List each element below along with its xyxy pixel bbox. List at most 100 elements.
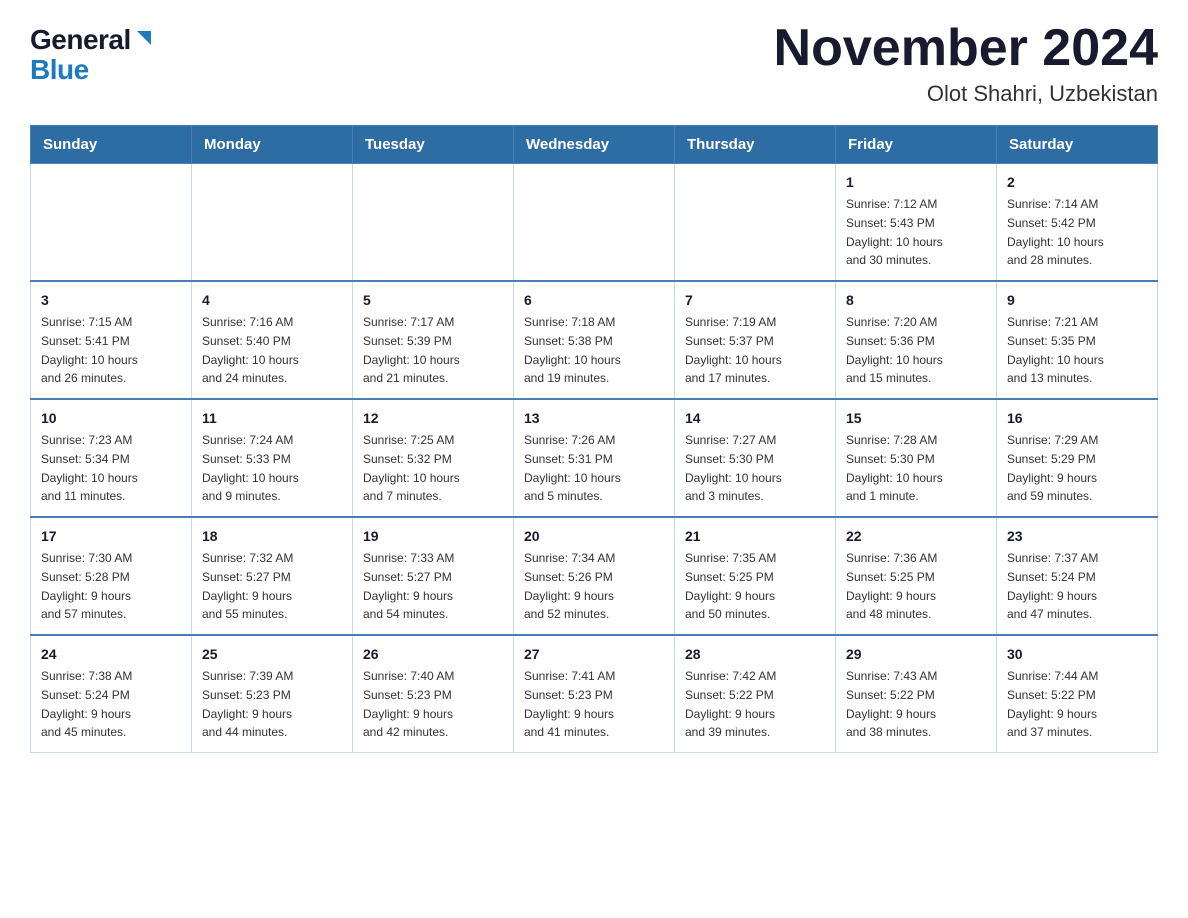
calendar-cell: 11 Sunrise: 7:24 AM Sunset: 5:33 PM Dayli… xyxy=(192,399,353,517)
day-info: Sunrise: 7:43 AM Sunset: 5:22 PM Dayligh… xyxy=(846,669,937,739)
day-info: Sunrise: 7:34 AM Sunset: 5:26 PM Dayligh… xyxy=(524,551,615,621)
day-info: Sunrise: 7:24 AM Sunset: 5:33 PM Dayligh… xyxy=(202,433,299,503)
logo-general-text: General xyxy=(30,26,131,54)
day-number: 18 xyxy=(202,526,342,547)
calendar-cell xyxy=(31,164,192,282)
calendar-cell: 10 Sunrise: 7:23 AM Sunset: 5:34 PM Dayli… xyxy=(31,399,192,517)
calendar-cell: 18 Sunrise: 7:32 AM Sunset: 5:27 PM Dayli… xyxy=(192,517,353,635)
day-info: Sunrise: 7:29 AM Sunset: 5:29 PM Dayligh… xyxy=(1007,433,1098,503)
calendar-table: SundayMondayTuesdayWednesdayThursdayFrid… xyxy=(30,125,1158,753)
calendar-cell xyxy=(675,164,836,282)
day-number: 10 xyxy=(41,408,181,429)
day-number: 25 xyxy=(202,644,342,665)
day-info: Sunrise: 7:12 AM Sunset: 5:43 PM Dayligh… xyxy=(846,197,943,267)
calendar-cell: 16 Sunrise: 7:29 AM Sunset: 5:29 PM Dayli… xyxy=(997,399,1158,517)
page-header: General Blue November 2024 Olot Shahri, … xyxy=(30,20,1158,107)
weekday-header-sunday: Sunday xyxy=(31,126,192,164)
day-number: 22 xyxy=(846,526,986,547)
day-info: Sunrise: 7:21 AM Sunset: 5:35 PM Dayligh… xyxy=(1007,315,1104,385)
title-block: November 2024 Olot Shahri, Uzbekistan xyxy=(774,20,1158,107)
calendar-title: November 2024 xyxy=(774,20,1158,77)
day-info: Sunrise: 7:16 AM Sunset: 5:40 PM Dayligh… xyxy=(202,315,299,385)
weekday-header-saturday: Saturday xyxy=(997,126,1158,164)
day-info: Sunrise: 7:20 AM Sunset: 5:36 PM Dayligh… xyxy=(846,315,943,385)
calendar-cell xyxy=(192,164,353,282)
calendar-cell: 29 Sunrise: 7:43 AM Sunset: 5:22 PM Dayli… xyxy=(836,635,997,753)
day-number: 29 xyxy=(846,644,986,665)
day-number: 2 xyxy=(1007,172,1147,193)
day-info: Sunrise: 7:28 AM Sunset: 5:30 PM Dayligh… xyxy=(846,433,943,503)
weekday-header-friday: Friday xyxy=(836,126,997,164)
calendar-cell: 3 Sunrise: 7:15 AM Sunset: 5:41 PM Daylig… xyxy=(31,281,192,399)
day-number: 26 xyxy=(363,644,503,665)
calendar-cell: 4 Sunrise: 7:16 AM Sunset: 5:40 PM Daylig… xyxy=(192,281,353,399)
day-info: Sunrise: 7:15 AM Sunset: 5:41 PM Dayligh… xyxy=(41,315,138,385)
day-info: Sunrise: 7:44 AM Sunset: 5:22 PM Dayligh… xyxy=(1007,669,1098,739)
day-info: Sunrise: 7:23 AM Sunset: 5:34 PM Dayligh… xyxy=(41,433,138,503)
day-number: 15 xyxy=(846,408,986,429)
calendar-week-row: 3 Sunrise: 7:15 AM Sunset: 5:41 PM Daylig… xyxy=(31,281,1158,399)
weekday-header-thursday: Thursday xyxy=(675,126,836,164)
day-number: 23 xyxy=(1007,526,1147,547)
calendar-cell: 9 Sunrise: 7:21 AM Sunset: 5:35 PM Daylig… xyxy=(997,281,1158,399)
weekday-header-monday: Monday xyxy=(192,126,353,164)
calendar-cell: 26 Sunrise: 7:40 AM Sunset: 5:23 PM Dayli… xyxy=(353,635,514,753)
logo-blue-text: Blue xyxy=(30,54,89,86)
logo-triangle-icon xyxy=(133,27,155,49)
day-number: 8 xyxy=(846,290,986,311)
calendar-cell: 13Sunrise: 7:26 AM Sunset: 5:31 PM Dayli… xyxy=(514,399,675,517)
day-number: 20 xyxy=(524,526,664,547)
calendar-week-row: 10 Sunrise: 7:23 AM Sunset: 5:34 PM Dayli… xyxy=(31,399,1158,517)
calendar-cell: 1 Sunrise: 7:12 AM Sunset: 5:43 PM Daylig… xyxy=(836,164,997,282)
calendar-cell: 21 Sunrise: 7:35 AM Sunset: 5:25 PM Dayli… xyxy=(675,517,836,635)
calendar-cell: 30Sunrise: 7:44 AM Sunset: 5:22 PM Dayli… xyxy=(997,635,1158,753)
day-info: Sunrise: 7:18 AM Sunset: 5:38 PM Dayligh… xyxy=(524,315,621,385)
calendar-header-row: SundayMondayTuesdayWednesdayThursdayFrid… xyxy=(31,126,1158,164)
day-info: Sunrise: 7:32 AM Sunset: 5:27 PM Dayligh… xyxy=(202,551,293,621)
calendar-cell: 17 Sunrise: 7:30 AM Sunset: 5:28 PM Dayli… xyxy=(31,517,192,635)
calendar-cell: 23 Sunrise: 7:37 AM Sunset: 5:24 PM Dayli… xyxy=(997,517,1158,635)
calendar-cell: 6Sunrise: 7:18 AM Sunset: 5:38 PM Daylig… xyxy=(514,281,675,399)
day-info: Sunrise: 7:35 AM Sunset: 5:25 PM Dayligh… xyxy=(685,551,776,621)
calendar-cell: 5Sunrise: 7:17 AM Sunset: 5:39 PM Daylig… xyxy=(353,281,514,399)
day-number: 9 xyxy=(1007,290,1147,311)
calendar-cell: 22 Sunrise: 7:36 AM Sunset: 5:25 PM Dayli… xyxy=(836,517,997,635)
day-number: 16 xyxy=(1007,408,1147,429)
day-info: Sunrise: 7:40 AM Sunset: 5:23 PM Dayligh… xyxy=(363,669,454,739)
calendar-subtitle: Olot Shahri, Uzbekistan xyxy=(774,81,1158,107)
day-number: 3 xyxy=(41,290,181,311)
day-info: Sunrise: 7:25 AM Sunset: 5:32 PM Dayligh… xyxy=(363,433,460,503)
day-info: Sunrise: 7:41 AM Sunset: 5:23 PM Dayligh… xyxy=(524,669,615,739)
day-info: Sunrise: 7:27 AM Sunset: 5:30 PM Dayligh… xyxy=(685,433,782,503)
day-number: 4 xyxy=(202,290,342,311)
calendar-cell xyxy=(514,164,675,282)
day-info: Sunrise: 7:14 AM Sunset: 5:42 PM Dayligh… xyxy=(1007,197,1104,267)
day-info: Sunrise: 7:39 AM Sunset: 5:23 PM Dayligh… xyxy=(202,669,293,739)
calendar-cell: 25 Sunrise: 7:39 AM Sunset: 5:23 PM Dayli… xyxy=(192,635,353,753)
calendar-cell: 7 Sunrise: 7:19 AM Sunset: 5:37 PM Daylig… xyxy=(675,281,836,399)
day-number: 7 xyxy=(685,290,825,311)
calendar-cell: 12 Sunrise: 7:25 AM Sunset: 5:32 PM Dayli… xyxy=(353,399,514,517)
calendar-cell xyxy=(353,164,514,282)
calendar-cell: 27Sunrise: 7:41 AM Sunset: 5:23 PM Dayli… xyxy=(514,635,675,753)
calendar-cell: 2 Sunrise: 7:14 AM Sunset: 5:42 PM Daylig… xyxy=(997,164,1158,282)
calendar-cell: 14Sunrise: 7:27 AM Sunset: 5:30 PM Dayli… xyxy=(675,399,836,517)
day-number: 12 xyxy=(363,408,503,429)
day-info: Sunrise: 7:37 AM Sunset: 5:24 PM Dayligh… xyxy=(1007,551,1098,621)
calendar-week-row: 17 Sunrise: 7:30 AM Sunset: 5:28 PM Dayli… xyxy=(31,517,1158,635)
day-number: 1 xyxy=(846,172,986,193)
weekday-header-tuesday: Tuesday xyxy=(353,126,514,164)
day-info: Sunrise: 7:19 AM Sunset: 5:37 PM Dayligh… xyxy=(685,315,782,385)
day-number: 24 xyxy=(41,644,181,665)
day-info: Sunrise: 7:30 AM Sunset: 5:28 PM Dayligh… xyxy=(41,551,132,621)
day-number: 21 xyxy=(685,526,825,547)
day-number: 13 xyxy=(524,408,664,429)
day-number: 19 xyxy=(363,526,503,547)
calendar-cell: 24 Sunrise: 7:38 AM Sunset: 5:24 PM Dayli… xyxy=(31,635,192,753)
day-number: 11 xyxy=(202,408,342,429)
day-info: Sunrise: 7:38 AM Sunset: 5:24 PM Dayligh… xyxy=(41,669,132,739)
day-info: Sunrise: 7:36 AM Sunset: 5:25 PM Dayligh… xyxy=(846,551,937,621)
day-number: 17 xyxy=(41,526,181,547)
day-info: Sunrise: 7:17 AM Sunset: 5:39 PM Dayligh… xyxy=(363,315,460,385)
weekday-header-wednesday: Wednesday xyxy=(514,126,675,164)
